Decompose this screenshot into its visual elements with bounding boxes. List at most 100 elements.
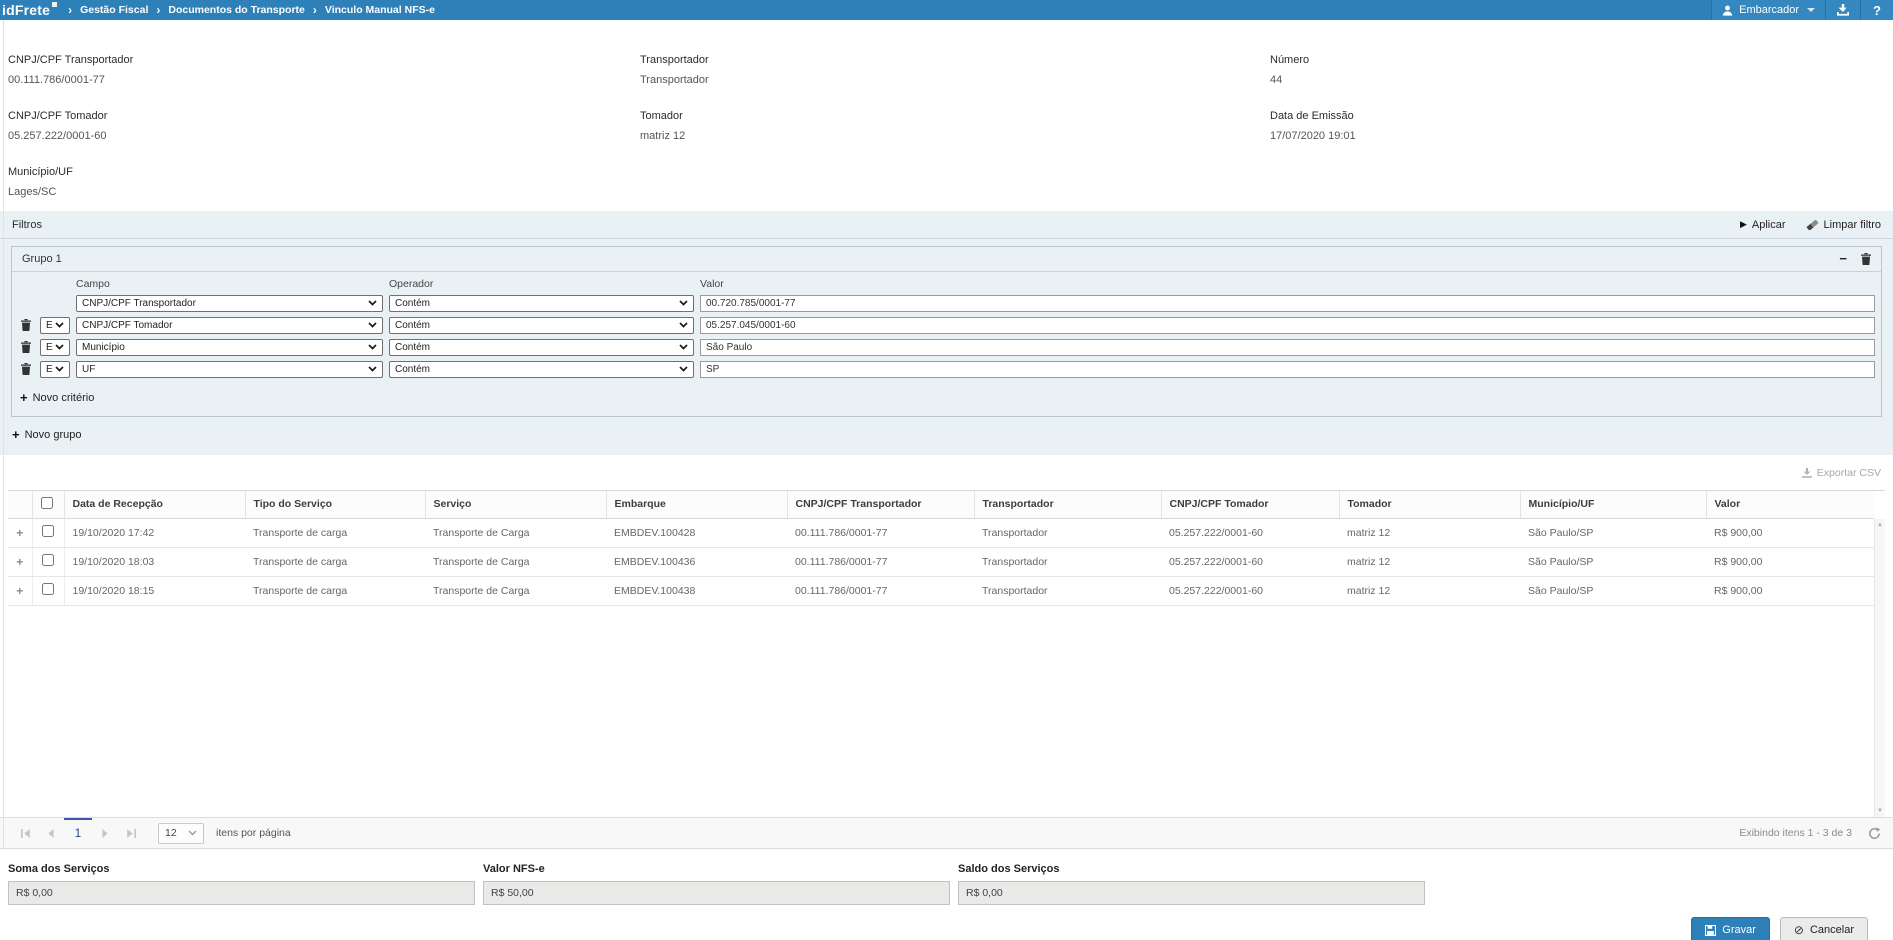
field-value: 05.257.222/0001-60 bbox=[8, 130, 640, 142]
page-size-select[interactable]: 12 bbox=[158, 823, 204, 844]
campo-select[interactable]: CNPJ/CPF Tomador bbox=[76, 317, 383, 334]
field-value: 17/07/2020 19:01 bbox=[1270, 130, 1893, 142]
delete-criterion-button[interactable] bbox=[18, 341, 34, 353]
conjunction-select[interactable]: E bbox=[40, 361, 70, 378]
column-header-tipo-servico[interactable]: Tipo do Serviço bbox=[245, 491, 425, 518]
row-checkbox[interactable] bbox=[42, 525, 54, 537]
download-button[interactable] bbox=[1825, 0, 1860, 20]
chevron-down-icon bbox=[55, 366, 64, 372]
row-checkbox[interactable] bbox=[42, 554, 54, 566]
column-header-cnpj-tomador[interactable]: CNPJ/CPF Tomador bbox=[1161, 491, 1339, 518]
expand-row-button[interactable]: + bbox=[16, 526, 23, 540]
table-cell: Transporte de Carga bbox=[425, 576, 606, 605]
export-csv-button[interactable]: Exportar CSV bbox=[1802, 467, 1881, 479]
user-icon bbox=[1722, 5, 1733, 16]
operador-select[interactable]: Contém bbox=[389, 295, 694, 312]
breadcrumb-vinculo-manual-nfse[interactable]: Vinculo Manual NFS-e bbox=[325, 4, 435, 16]
column-header-tomador[interactable]: Tomador bbox=[1339, 491, 1520, 518]
field-municipio-uf: Município/UF Lages/SC bbox=[8, 166, 640, 198]
campo-select-value: UF bbox=[82, 364, 368, 375]
next-page-icon bbox=[101, 829, 109, 838]
add-group-label: Novo grupo bbox=[25, 429, 82, 441]
column-header-data-recepcao[interactable]: Data de Recepção bbox=[64, 491, 245, 518]
expand-row-button[interactable]: + bbox=[16, 555, 23, 569]
column-header-servico[interactable]: Serviço bbox=[425, 491, 606, 518]
topbar-actions: Embarcador ? bbox=[1711, 0, 1893, 20]
plus-icon: + bbox=[12, 430, 20, 440]
field-value: 44 bbox=[1270, 74, 1893, 86]
operador-select[interactable]: Contém bbox=[389, 361, 694, 378]
scroll-down-icon[interactable]: ▼ bbox=[1875, 808, 1885, 814]
operador-select[interactable]: Contém bbox=[389, 339, 694, 356]
campo-column-label: Campo bbox=[76, 278, 383, 290]
field-tomador: Tomador matriz 12 bbox=[640, 110, 1270, 142]
chevron-right-icon: › bbox=[156, 3, 160, 17]
column-header-cnpj-transportador[interactable]: CNPJ/CPF Transportador bbox=[787, 491, 974, 518]
app-logo[interactable]: idFrete bbox=[0, 2, 54, 18]
soma-servicos-field: Soma dos Serviços bbox=[8, 863, 475, 905]
column-header-valor[interactable]: Valor bbox=[1706, 491, 1874, 518]
delete-criterion-button[interactable] bbox=[18, 363, 34, 375]
table-cell: 05.257.222/0001-60 bbox=[1161, 547, 1339, 576]
field-value: Transportador bbox=[640, 74, 1270, 86]
valor-nfse-label: Valor NFS-e bbox=[483, 863, 950, 875]
operador-column-label: Operador bbox=[389, 278, 694, 290]
document-info: CNPJ/CPF Transportador 00.111.786/0001-7… bbox=[0, 20, 1893, 205]
scroll-up-icon[interactable]: ▲ bbox=[1875, 522, 1885, 528]
soma-servicos-input[interactable] bbox=[8, 881, 475, 905]
user-menu-button[interactable]: Embarcador bbox=[1711, 0, 1825, 20]
clear-filter-button[interactable]: Limpar filtro bbox=[1806, 219, 1881, 231]
cancel-button[interactable]: ⊘ Cancelar bbox=[1780, 917, 1868, 940]
column-header-embarque[interactable]: Embarque bbox=[606, 491, 787, 518]
valor-input[interactable] bbox=[700, 317, 1875, 334]
last-page-icon bbox=[126, 829, 137, 838]
column-header-municipio-uf[interactable]: Município/UF bbox=[1520, 491, 1706, 518]
breadcrumb-gestao-fiscal[interactable]: Gestão Fiscal bbox=[80, 4, 148, 16]
campo-select[interactable]: CNPJ/CPF Transportador bbox=[76, 295, 383, 312]
chevron-down-icon bbox=[188, 830, 197, 836]
expand-row-button[interactable]: + bbox=[16, 584, 23, 598]
chevron-down-icon bbox=[368, 322, 377, 328]
play-icon: ▶ bbox=[1740, 219, 1747, 230]
campo-select[interactable]: Município bbox=[76, 339, 383, 356]
select-all-checkbox[interactable] bbox=[41, 497, 53, 509]
previous-page-button[interactable] bbox=[38, 818, 64, 848]
breadcrumb-documentos-transporte[interactable]: Documentos do Transporte bbox=[168, 4, 305, 16]
chevron-down-icon bbox=[679, 344, 688, 350]
valor-input[interactable] bbox=[700, 295, 1875, 312]
delete-group-button[interactable] bbox=[1861, 253, 1871, 265]
table-scrollbar[interactable]: ▲ ▼ bbox=[1874, 519, 1885, 817]
row-checkbox[interactable] bbox=[42, 583, 54, 595]
save-button-label: Gravar bbox=[1722, 924, 1756, 936]
add-group-button[interactable]: + Novo grupo bbox=[12, 429, 1893, 441]
operador-select[interactable]: Contém bbox=[389, 317, 694, 334]
valor-nfse-input[interactable] bbox=[483, 881, 950, 905]
campo-select[interactable]: UF bbox=[76, 361, 383, 378]
field-label: Transportador bbox=[640, 54, 1270, 66]
chevron-down-icon bbox=[1807, 8, 1815, 12]
conjunction-select[interactable]: E bbox=[40, 339, 70, 356]
apply-filter-button[interactable]: ▶ Aplicar bbox=[1740, 219, 1786, 231]
last-page-button[interactable] bbox=[118, 818, 144, 848]
field-label: Município/UF bbox=[8, 166, 640, 178]
help-button[interactable]: ? bbox=[1860, 0, 1893, 20]
table-cell: 00.111.786/0001-77 bbox=[787, 547, 974, 576]
save-button[interactable]: Gravar bbox=[1691, 917, 1770, 940]
valor-input[interactable] bbox=[700, 361, 1875, 378]
criterion-row-4: E UF Contém bbox=[12, 358, 1881, 380]
operador-select-value: Contém bbox=[395, 298, 679, 309]
collapse-group-button[interactable]: − bbox=[1839, 254, 1847, 264]
saldo-servicos-input[interactable] bbox=[958, 881, 1425, 905]
valor-input[interactable] bbox=[700, 339, 1875, 356]
next-page-button[interactable] bbox=[92, 818, 118, 848]
conjunction-select[interactable]: E bbox=[40, 317, 70, 334]
column-header-transportador[interactable]: Transportador bbox=[974, 491, 1161, 518]
page-number-1[interactable]: 1 bbox=[64, 818, 92, 848]
add-criterion-label: Novo critério bbox=[33, 392, 95, 404]
refresh-button[interactable] bbox=[1868, 827, 1881, 840]
trash-icon bbox=[21, 341, 31, 353]
delete-criterion-button[interactable] bbox=[18, 319, 34, 331]
conjunction-select-value: E bbox=[46, 342, 55, 353]
add-criterion-button[interactable]: + Novo critério bbox=[20, 392, 1881, 404]
first-page-button[interactable] bbox=[12, 818, 38, 848]
